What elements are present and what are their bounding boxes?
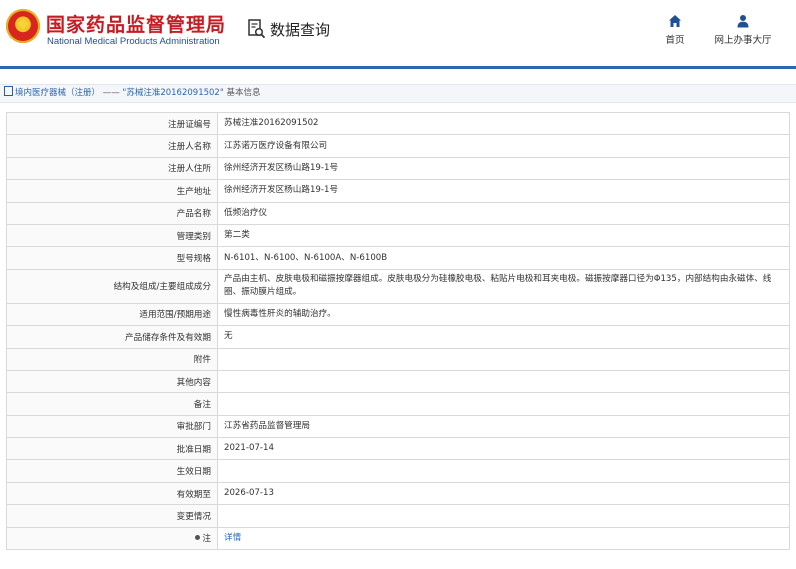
row-label: 注册人住所 <box>6 156 218 181</box>
table-row: 变更情况 <box>6 504 790 528</box>
nav-home[interactable]: 首页 <box>660 14 690 46</box>
national-emblem-icon <box>6 9 40 43</box>
details-link[interactable]: 详情 <box>224 533 241 543</box>
row-value <box>217 392 790 416</box>
row-value: 2021-07-14 <box>217 437 790 461</box>
brand-title-en: National Medical Products Administration <box>47 36 220 47</box>
row-value: 无 <box>217 325 790 349</box>
row-value: 江苏诺万医疗设备有限公司 <box>217 134 790 158</box>
row-label: 结构及组成/主要组成成分 <box>6 268 218 304</box>
table-row: 生产地址 徐州经济开发区杨山路19-1号 <box>6 179 790 203</box>
row-label: 有效期至 <box>6 481 218 506</box>
table-row: 其他内容 <box>6 369 790 394</box>
row-label: 产品名称 <box>6 201 218 225</box>
data-query-icon <box>248 19 266 39</box>
user-icon <box>737 15 749 28</box>
breadcrumb-current: 基本信息 <box>226 88 261 98</box>
row-label: 审批部门 <box>6 414 218 439</box>
table-row: 生效日期 <box>6 459 790 483</box>
row-label: 适用范围/预期用途 <box>6 302 218 327</box>
nav-home-label: 首页 <box>665 35 685 46</box>
table-row: 适用范围/预期用途 慢性病毒性肝炎的辅助治疗。 <box>6 302 790 327</box>
breadcrumb-record: "苏械注准20162091502" <box>122 88 224 98</box>
table-row: 注册人名称 江苏诺万医疗设备有限公司 <box>6 134 790 158</box>
row-value <box>217 459 790 483</box>
row-label: 附件 <box>6 347 218 371</box>
nav-online-hall-label: 网上办事大厅 <box>714 35 772 46</box>
table-row: 产品储存条件及有效期无 <box>6 325 790 349</box>
breadcrumb-arrow: —— <box>102 88 120 98</box>
site-header: 国家药品监督管理局 National Medical Products Admi… <box>0 0 796 69</box>
row-value: N-6101、N-6100、N-6100A、N-6100B <box>217 246 790 270</box>
table-row: 注册人住所 徐州经济开发区杨山路19-1号 <box>6 156 790 181</box>
table-row: 结构及组成/主要组成成分 产品由主机、皮肤电极和磁振按摩器组成。皮肤电极分为硅橡胶… <box>6 268 790 304</box>
row-value <box>217 369 790 394</box>
breadcrumb: 境内医疗器械（注册） —— "苏械注准20162091502" 基本信息 <box>0 84 796 103</box>
row-value: 慢性病毒性肝炎的辅助治疗。 <box>217 302 790 327</box>
table-row: 注 详情 <box>6 526 790 551</box>
row-value: 2026-07-13 <box>217 481 790 506</box>
registration-info-table: 注册证编号 苏械注准20162091502 注册人名称 江苏诺万医疗设备有限公司 注… <box>6 111 790 551</box>
note-label: 注 <box>202 534 211 545</box>
home-icon <box>669 15 681 27</box>
row-value: 徐州经济开发区杨山路19-1号 <box>217 179 790 203</box>
nav-online-hall[interactable]: 网上办事大厅 <box>708 14 778 46</box>
table-row: 型号规格 N-6101、N-6100、N-6100A、N-6100B <box>6 246 790 270</box>
page-title: 数据查询 <box>270 21 331 39</box>
breadcrumb-category-link[interactable]: 境内医疗器械（注册） <box>15 88 100 98</box>
table-row: 有效期至 2026-07-13 <box>6 481 790 506</box>
row-label: 批准日期 <box>6 437 218 461</box>
table-row: 批准日期 2021-07-14 <box>6 437 790 461</box>
row-value: 江苏省药品监督管理局 <box>217 414 790 439</box>
row-value: 低频治疗仪 <box>217 201 790 225</box>
row-value <box>217 504 790 528</box>
row-label: 变更情况 <box>6 504 218 528</box>
table-row: 审批部门 江苏省药品监督管理局 <box>6 414 790 439</box>
table-row: 管理类别 第二类 <box>6 223 790 248</box>
row-label: 备注 <box>6 392 218 416</box>
row-label: 管理类别 <box>6 223 218 248</box>
row-label: 生效日期 <box>6 459 218 483</box>
table-row: 附件 <box>6 347 790 371</box>
row-value: 第二类 <box>217 223 790 248</box>
row-value: 徐州经济开发区杨山路19-1号 <box>217 156 790 181</box>
row-value-note: 详情 <box>217 526 790 551</box>
row-label: 其他内容 <box>6 369 218 394</box>
row-label: 生产地址 <box>6 179 218 203</box>
brand-title-cn: 国家药品监督管理局 <box>46 14 227 36</box>
table-row: 产品名称 低频治疗仪 <box>6 201 790 225</box>
table-row: 注册证编号 苏械注准20162091502 <box>6 111 790 136</box>
document-icon <box>4 86 13 96</box>
table-row: 备注 <box>6 392 790 416</box>
row-label: 型号规格 <box>6 246 218 270</box>
row-value: 产品由主机、皮肤电极和磁振按摩器组成。皮肤电极分为硅橡胶电极、粘贴片电极和耳夹电… <box>217 268 790 304</box>
row-value: 苏械注准20162091502 <box>217 111 790 136</box>
row-label: 注册证编号 <box>6 111 218 136</box>
row-label: 注册人名称 <box>6 134 218 158</box>
row-label: 产品储存条件及有效期 <box>6 325 218 349</box>
pin-icon <box>195 535 201 541</box>
row-label-note: 注 <box>6 526 218 551</box>
row-value <box>217 347 790 371</box>
